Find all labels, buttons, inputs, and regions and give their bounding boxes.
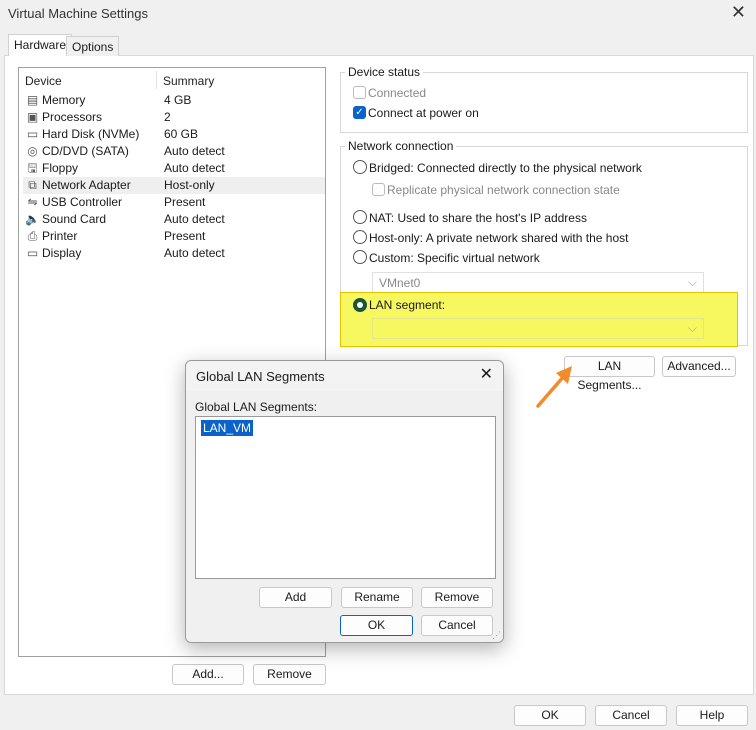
advanced-button[interactable]: Advanced... xyxy=(662,356,736,377)
device-summary: Auto detect xyxy=(164,144,225,158)
lan-segment-label: LAN segment: xyxy=(369,298,446,312)
device-row[interactable]: ⎙ Printer Present xyxy=(23,228,325,245)
annotation-arrow-icon xyxy=(536,366,572,408)
lan-segment-radio[interactable] xyxy=(353,298,367,312)
device-summary: Auto detect xyxy=(164,246,225,260)
device-name: Floppy xyxy=(42,161,79,175)
device-summary: Auto detect xyxy=(164,212,225,226)
device-row[interactable]: ▣ Processors 2 xyxy=(23,109,325,126)
bridged-label: Bridged: Connected directly to the physi… xyxy=(369,161,642,175)
device-summary: 2 xyxy=(164,110,171,124)
lan-segments-list[interactable]: LAN_VM xyxy=(195,416,496,579)
usb-icon: ⇋ xyxy=(27,195,38,209)
bridged-radio[interactable] xyxy=(353,160,367,174)
lan-segment-select[interactable]: ⌵ xyxy=(372,318,704,339)
device-row[interactable]: ▤ Memory 4 GB xyxy=(23,92,325,109)
device-summary: Auto detect xyxy=(164,161,225,175)
help-button[interactable]: Help xyxy=(676,705,748,726)
lan-segment-item[interactable]: LAN_VM xyxy=(201,420,254,436)
dialog-list-label: Global LAN Segments: xyxy=(195,400,318,414)
device-name: Sound Card xyxy=(42,212,107,226)
connected-label: Connected xyxy=(368,86,427,100)
window-title: Virtual Machine Settings xyxy=(8,6,148,21)
device-status-group: Device status Connected ✓ Connect at pow… xyxy=(340,65,748,133)
dialog-add-button[interactable]: Add xyxy=(259,587,332,608)
device-summary: Present xyxy=(164,229,206,243)
custom-network-select[interactable]: VMnet0 ⌵ xyxy=(372,272,704,293)
device-name: CD/DVD (SATA) xyxy=(42,144,129,158)
device-name: Memory xyxy=(42,93,86,107)
tab-hardware[interactable]: Hardware xyxy=(8,34,73,56)
global-lan-segments-dialog: Global LAN Segments ✕ Global LAN Segment… xyxy=(185,360,504,643)
replicate-checkbox[interactable] xyxy=(372,183,385,196)
device-name: Network Adapter xyxy=(42,178,131,192)
device-row[interactable]: ▭ Display Auto detect xyxy=(23,245,325,262)
device-row[interactable]: ◎ CD/DVD (SATA) Auto detect xyxy=(23,143,325,160)
device-name: Processors xyxy=(42,110,103,124)
nat-radio[interactable] xyxy=(353,210,367,224)
device-row[interactable]: ⇋ USB Controller Present xyxy=(23,194,325,211)
lan-segment-highlight: LAN segment: ⌵ xyxy=(340,292,738,347)
cd-icon: ◎ xyxy=(27,144,38,158)
device-name: USB Controller xyxy=(42,195,123,209)
host-only-radio[interactable] xyxy=(353,230,367,244)
replicate-label: Replicate physical network connection st… xyxy=(387,183,620,197)
device-row[interactable]: 🔈 Sound Card Auto detect xyxy=(23,211,325,228)
hard-disk-icon: ▭ xyxy=(26,127,39,141)
network-icon: ⧉ xyxy=(28,178,37,192)
dialog-title: Global LAN Segments xyxy=(196,369,325,384)
chevron-down-icon: ⌵ xyxy=(687,321,697,335)
dialog-cancel-button[interactable]: Cancel xyxy=(421,615,493,636)
connect-power-on-label: Connect at power on xyxy=(368,106,479,120)
device-name: Display xyxy=(42,246,82,260)
device-row[interactable]: ▭ Hard Disk (NVMe) 60 GB xyxy=(23,126,325,143)
device-name: Printer xyxy=(42,229,78,243)
device-row[interactable]: ⧉ Network Adapter Host-only xyxy=(23,177,325,194)
connect-power-on-checkbox[interactable]: ✓ xyxy=(353,106,366,119)
memory-icon: ▤ xyxy=(26,93,39,107)
column-device[interactable]: Device xyxy=(25,74,62,88)
display-icon: ▭ xyxy=(26,246,39,260)
dialog-remove-button[interactable]: Remove xyxy=(421,587,493,608)
custom-radio[interactable] xyxy=(353,250,367,264)
host-only-label: Host-only: A private network shared with… xyxy=(369,231,629,245)
chevron-down-icon: ⌵ xyxy=(687,275,697,289)
nat-label: NAT: Used to share the host's IP address xyxy=(369,211,587,225)
device-summary: 4 GB xyxy=(164,93,192,107)
custom-network-value: VMnet0 xyxy=(379,276,421,290)
tab-options[interactable]: Options xyxy=(66,36,120,56)
device-summary: 60 GB xyxy=(164,127,199,141)
connected-checkbox[interactable] xyxy=(353,86,366,99)
dialog-body: Global LAN Segments: LAN_VM Add Rename R… xyxy=(186,391,503,642)
printer-icon: ⎙ xyxy=(27,229,38,243)
floppy-icon: 🖫 xyxy=(27,161,38,175)
device-row[interactable]: 🖫 Floppy Auto detect xyxy=(23,160,325,177)
add-device-button[interactable]: Add... xyxy=(172,664,244,685)
device-summary: Present xyxy=(164,195,206,209)
network-connection-label: Network connection xyxy=(345,139,457,153)
sound-icon: 🔈 xyxy=(25,212,40,226)
dialog-rename-button[interactable]: Rename xyxy=(341,587,413,608)
remove-device-button[interactable]: Remove xyxy=(253,664,326,685)
custom-label: Custom: Specific virtual network xyxy=(369,251,540,265)
device-name: Hard Disk (NVMe) xyxy=(42,127,140,141)
close-icon[interactable]: ✕ xyxy=(731,2,746,23)
dialog-close-icon[interactable]: ✕ xyxy=(480,364,493,384)
processor-icon: ▣ xyxy=(26,110,39,124)
resize-grip-icon[interactable]: ⋰ xyxy=(492,630,501,641)
dialog-ok-button[interactable]: OK xyxy=(340,615,413,636)
cancel-button[interactable]: Cancel xyxy=(595,705,667,726)
column-summary[interactable]: Summary xyxy=(163,74,214,88)
device-summary: Host-only xyxy=(164,178,215,192)
ok-button[interactable]: OK xyxy=(514,705,586,726)
device-status-label: Device status xyxy=(345,65,424,79)
column-divider[interactable] xyxy=(156,71,157,89)
